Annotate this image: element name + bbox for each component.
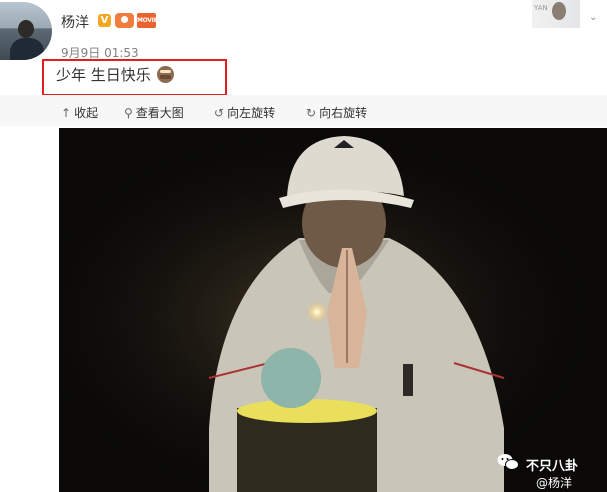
- rotate-left-label: 向左旋转: [227, 106, 276, 120]
- verified-badge-icon: V: [98, 14, 111, 27]
- rotate-right-button[interactable]: ↻ 向右旋转: [306, 104, 367, 121]
- thumbnail-person: [552, 2, 566, 20]
- avatar-head: [18, 20, 34, 38]
- collapse-label: 收起: [74, 106, 99, 120]
- view-large-label: 查看大图: [135, 106, 184, 120]
- magnifier-icon: ⚲: [124, 106, 133, 120]
- fan-badge-icon[interactable]: [115, 13, 134, 28]
- movie-badge-icon[interactable]: MOVIE: [137, 13, 158, 28]
- wechat-account-watermark: 不只八卦: [526, 459, 579, 474]
- chevron-down-icon[interactable]: ⌄: [589, 12, 597, 23]
- rotate-right-label: 向右旋转: [319, 106, 368, 120]
- post-photo[interactable]: [59, 128, 607, 492]
- rotate-right-icon: ↻: [306, 106, 317, 120]
- weibo-credit-watermark: @杨洋: [536, 476, 573, 490]
- wechat-icon: [497, 454, 519, 470]
- collapse-button[interactable]: ↑ 收起: [61, 104, 98, 121]
- thumbnail-watermark: YAN: [534, 4, 548, 12]
- collapse-arrow-icon: ↑: [61, 106, 72, 120]
- avatar-body: [10, 38, 44, 60]
- view-large-button[interactable]: ⚲ 查看大图: [124, 104, 184, 121]
- birthday-photo-illustration: [59, 128, 607, 492]
- avatar[interactable]: [0, 2, 52, 60]
- highlight-box: [42, 59, 227, 96]
- username[interactable]: 杨洋: [61, 12, 89, 32]
- recommended-user-thumbnail[interactable]: YAN: [532, 0, 580, 28]
- rotate-left-button[interactable]: ↺ 向左旋转: [214, 104, 275, 121]
- rotate-left-icon: ↺: [214, 106, 225, 120]
